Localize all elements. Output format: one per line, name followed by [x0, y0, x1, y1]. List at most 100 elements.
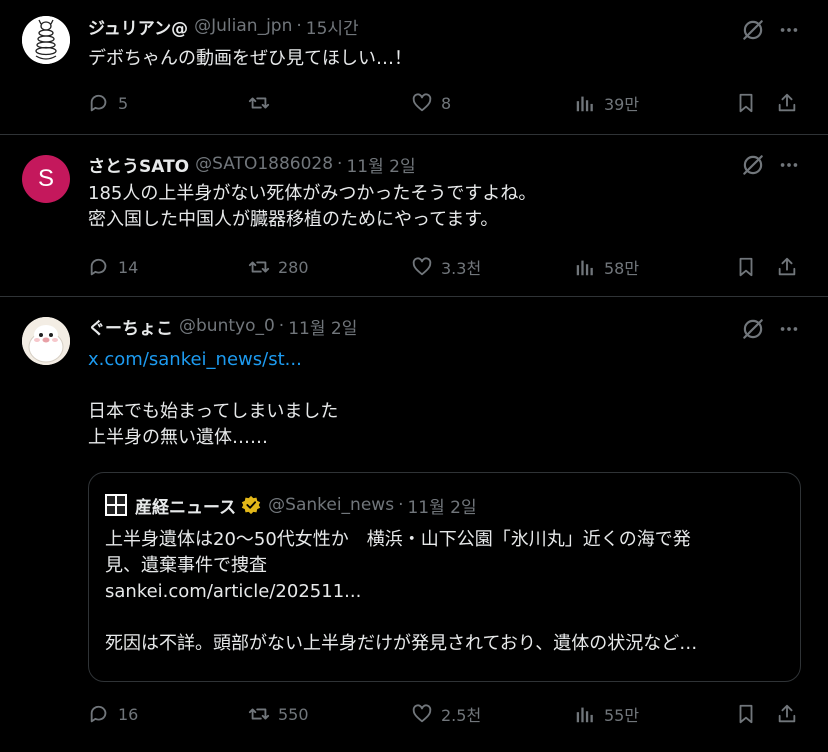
- reply-count: 5: [118, 93, 129, 113]
- bookmark-button[interactable]: [735, 254, 757, 280]
- quote-header: 産経ニュース @Sankei_news · 11월 2일: [105, 493, 477, 518]
- quote-blank-line: [105, 605, 785, 631]
- separator-dot: ·: [398, 495, 404, 515]
- views-button[interactable]: 39만: [574, 90, 639, 116]
- retweet-icon: [248, 708, 270, 720]
- sankei-logo-icon: [105, 494, 127, 516]
- share-button[interactable]: [776, 254, 798, 280]
- grok-icon[interactable]: [740, 17, 766, 43]
- timestamp[interactable]: 11월 2일: [346, 152, 415, 177]
- user-handle[interactable]: @buntyo_0: [179, 316, 275, 336]
- action-bar: 14 280 3.3천 58만: [88, 254, 800, 280]
- more-icon[interactable]: [778, 318, 800, 340]
- tweet-2[interactable]: S さとうSATO @SATO1886028 · 11월 2일 185人の上半身…: [0, 135, 828, 297]
- reply-icon: [90, 705, 107, 723]
- tweet-text: デボちゃんの動画をぜひ見てほしい…！: [88, 46, 798, 72]
- reply-button[interactable]: 16: [88, 701, 138, 727]
- timestamp[interactable]: 11월 2일: [288, 314, 357, 339]
- quote-display-name[interactable]: 産経ニュース: [135, 493, 236, 518]
- views-count: 55만: [604, 706, 640, 725]
- tweet-1[interactable]: ジュリアン@ @Julian_jpn · 15시간 デボちゃんの動画をぜひ見てほ…: [0, 0, 828, 135]
- like-button[interactable]: 3.3천: [411, 254, 481, 280]
- like-count: 3.3천: [441, 259, 482, 278]
- retweet-count: 550: [278, 704, 309, 724]
- views-button[interactable]: 58만: [574, 254, 639, 280]
- quote-text: 上半身遺体は20〜50代女性か 横浜・山下公園「氷川丸」近くの海で発 見、遺棄事…: [105, 527, 785, 657]
- retweet-button[interactable]: 280: [248, 254, 309, 280]
- tweet-text: x.com/sankei_news/st... 日本でも始まってしまいました 上…: [88, 347, 798, 451]
- user-handle[interactable]: @SATO1886028: [195, 154, 333, 174]
- verified-badge-icon: [241, 495, 261, 515]
- action-bar: 16 550 2.5천 55만: [88, 701, 800, 727]
- avatar-julian[interactable]: [22, 16, 70, 64]
- share-icon: [778, 704, 796, 723]
- tweet-text-line: デボちゃんの動画をぜひ見てほしい…！: [88, 48, 412, 69]
- tweet-link[interactable]: x.com/sankei_news/st...: [88, 347, 798, 373]
- avatar-letter: S: [37, 165, 54, 192]
- separator-dot: ·: [337, 154, 343, 174]
- separator-dot: ·: [296, 16, 302, 36]
- tweet-text: 185人の上半身がない死体がみつかったそうですよね。 密入国した中国人が臓器移植…: [88, 181, 798, 233]
- display-name[interactable]: さとうSATO: [88, 152, 189, 177]
- user-handle[interactable]: @Julian_jpn: [194, 16, 292, 36]
- display-name[interactable]: ジュリアン@: [88, 14, 188, 39]
- retweet-icon: [248, 97, 270, 109]
- quote-tweet-card[interactable]: 産経ニュース @Sankei_news · 11월 2일 上半身遺体は20〜50…: [88, 472, 801, 682]
- retweet-button[interactable]: [248, 90, 278, 116]
- bookmark-button[interactable]: [735, 90, 757, 116]
- reply-count: 16: [118, 704, 139, 724]
- timestamp[interactable]: 15시간: [306, 14, 359, 39]
- views-icon: [576, 96, 593, 112]
- share-icon: [778, 257, 796, 276]
- separator-dot: ·: [278, 316, 285, 336]
- avatar-buntyo[interactable]: [22, 317, 70, 365]
- retweet-button[interactable]: 550: [248, 701, 309, 727]
- bookmark-icon: [739, 257, 753, 277]
- quote-timestamp[interactable]: 11월 2일: [407, 493, 476, 518]
- tweet-text-line: 上半身の無い遺体……: [88, 427, 268, 448]
- reply-icon: [90, 94, 107, 112]
- views-icon: [576, 707, 593, 723]
- tweet-header: ぐーちょこ @buntyo_0 · 11월 2일: [88, 314, 357, 339]
- share-button[interactable]: [776, 701, 798, 727]
- quote-text-line: 上半身遺体は20〜50代女性か 横浜・山下公園「氷川丸」近くの海で発: [105, 529, 691, 550]
- reply-button[interactable]: 5: [88, 90, 128, 116]
- more-icon[interactable]: [778, 19, 800, 41]
- views-count: 39만: [604, 95, 640, 114]
- like-icon: [412, 704, 432, 723]
- views-icon: [576, 260, 593, 276]
- bookmark-icon: [739, 93, 753, 113]
- share-button[interactable]: [776, 90, 798, 116]
- tweet-header: さとうSATO @SATO1886028 · 11월 2일: [88, 152, 416, 177]
- more-icon[interactable]: [778, 154, 800, 176]
- tweet-text-line: 185人の上半身がない死体がみつかったそうですよね。: [88, 183, 537, 204]
- quote-user-handle[interactable]: @Sankei_news: [268, 495, 394, 515]
- bookmark-icon: [739, 704, 753, 724]
- like-count: 8: [441, 93, 452, 113]
- bookmark-button[interactable]: [735, 701, 757, 727]
- avatar-sato[interactable]: S: [22, 155, 70, 203]
- reply-button[interactable]: 14: [88, 254, 138, 280]
- like-icon: [412, 93, 432, 112]
- grok-icon[interactable]: [740, 152, 766, 178]
- retweet-count: 280: [278, 257, 309, 277]
- tweet-header: ジュリアン@ @Julian_jpn · 15시간: [88, 14, 359, 39]
- views-count: 58만: [604, 259, 640, 278]
- action-bar: 5 8 39만: [88, 90, 800, 116]
- tweet-text-line: 日本でも始まってしまいました: [88, 401, 339, 422]
- like-count: 2.5천: [441, 706, 482, 725]
- reply-icon: [90, 258, 107, 276]
- views-button[interactable]: 55만: [574, 701, 639, 727]
- like-icon: [412, 257, 432, 276]
- retweet-icon: [248, 261, 270, 273]
- quote-text-line: 死因は不詳。頭部がない上半身だけが発見されており、遺体の状況など…: [105, 633, 698, 654]
- tweet-text-line: 密入国した中国人が臓器移植のためにやってます。: [88, 209, 499, 230]
- reply-count: 14: [118, 257, 139, 277]
- like-button[interactable]: 8: [411, 90, 451, 116]
- grok-icon[interactable]: [740, 316, 766, 342]
- like-button[interactable]: 2.5천: [411, 701, 481, 727]
- quote-text-line: 見、遺棄事件で捜査: [105, 555, 267, 576]
- quote-link-text: sankei.com/article/202511...: [105, 581, 362, 602]
- display-name[interactable]: ぐーちょこ: [88, 314, 173, 339]
